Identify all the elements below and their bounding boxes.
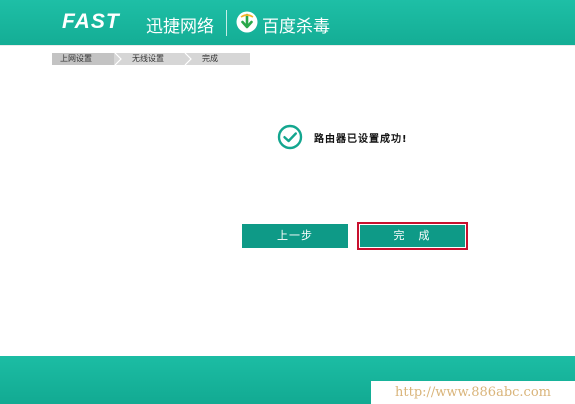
success-message: 路由器已设置成功!	[277, 124, 408, 150]
breadcrumb-item-wireless[interactable]: 无线设置	[124, 53, 184, 65]
success-text: 路由器已设置成功!	[314, 133, 408, 145]
previous-step-button[interactable]: 上一步	[242, 224, 348, 248]
header-bar: FAST 迅捷网络 百度杀毒	[0, 0, 575, 45]
breadcrumb-item-done: 完成	[194, 53, 250, 65]
breadcrumb: 上网设置 无线设置 完成	[52, 53, 250, 65]
check-circle-icon	[277, 124, 303, 150]
watermark-url: http://www.886abc.com	[371, 381, 575, 404]
fast-logo: FAST	[62, 10, 120, 33]
baidu-antivirus-label: 百度杀毒	[262, 17, 330, 37]
breadcrumb-chevron-icon	[184, 53, 194, 65]
brand-name-cn: 迅捷网络	[146, 17, 214, 37]
done-button[interactable]: 完成	[360, 225, 465, 247]
breadcrumb-chevron-icon	[114, 53, 124, 65]
breadcrumb-item-internet[interactable]: 上网设置	[52, 53, 114, 65]
baidu-shield-icon	[236, 11, 258, 33]
header-divider	[226, 10, 227, 36]
